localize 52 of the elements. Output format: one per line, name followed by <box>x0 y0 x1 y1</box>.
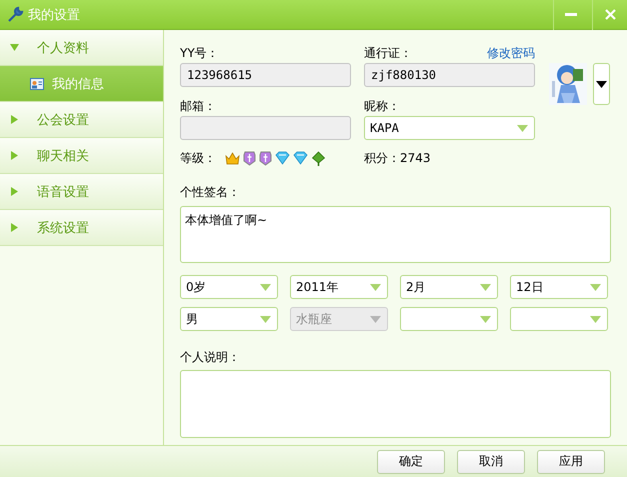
diamond-icon <box>275 151 290 165</box>
collapsed-triangle-icon <box>10 115 19 124</box>
level-label: 等级： <box>180 150 216 166</box>
signature-field[interactable]: 本体增值了啊~ <box>180 206 611 263</box>
nickname-dropdown[interactable]: KAPA <box>364 116 535 140</box>
description-field[interactable] <box>180 370 611 438</box>
shield-icon <box>259 150 272 166</box>
dropdown[interactable] <box>400 307 498 331</box>
caret-icon <box>596 80 607 88</box>
field-label: 通行证： <box>364 45 412 62</box>
caret-icon <box>480 316 491 322</box>
leaf-icon <box>311 150 326 166</box>
dropdown[interactable]: 男 <box>180 307 278 331</box>
field-label: YY号： <box>180 45 219 62</box>
dialog-button[interactable]: 应用 <box>537 450 605 474</box>
email-field[interactable] <box>180 116 351 140</box>
dropdown[interactable]: 12日 <box>510 275 608 299</box>
avatar-dropdown-button[interactable] <box>593 63 610 105</box>
collapsed-triangle-icon <box>10 223 19 232</box>
dropdown[interactable]: 0岁 <box>180 275 278 299</box>
dropdown[interactable]: 2011年 <box>290 275 388 299</box>
points-text: 积分：2743 <box>364 150 432 166</box>
id-card-icon <box>30 78 44 90</box>
caret-icon <box>590 284 601 290</box>
caret-icon <box>517 124 528 132</box>
caret-icon <box>480 284 491 290</box>
passport-field[interactable]: zjf880130 <box>364 63 535 87</box>
dropdown[interactable] <box>510 307 608 331</box>
field-label: 昵称： <box>364 98 400 115</box>
diamond-icon <box>293 151 308 165</box>
close-icon <box>604 9 616 20</box>
caret-icon <box>260 316 271 322</box>
window-title: 我的设置 <box>28 6 81 24</box>
dialog-button[interactable]: 取消 <box>457 450 525 474</box>
expanded-triangle-icon <box>10 43 19 52</box>
crown-icon <box>225 151 240 165</box>
field-label: 邮箱： <box>180 98 216 115</box>
change-password-link[interactable]: 修改密码 <box>487 44 535 62</box>
caret-icon <box>590 316 601 322</box>
field-label: 个人说明： <box>180 349 241 366</box>
caret-icon <box>370 316 381 322</box>
wrench-icon <box>7 6 24 23</box>
collapsed-triangle-icon <box>10 151 19 160</box>
dropdown[interactable]: 2月 <box>400 275 498 299</box>
minimize-icon <box>565 12 577 16</box>
yy-number-field[interactable]: 123968615 <box>180 63 351 87</box>
field-label: 个性签名： <box>180 184 241 201</box>
caret-icon <box>370 284 381 290</box>
collapsed-triangle-icon <box>10 187 19 196</box>
caret-icon <box>260 284 271 290</box>
shield-icon <box>243 150 256 166</box>
dialog-button[interactable]: 确定 <box>377 450 445 474</box>
